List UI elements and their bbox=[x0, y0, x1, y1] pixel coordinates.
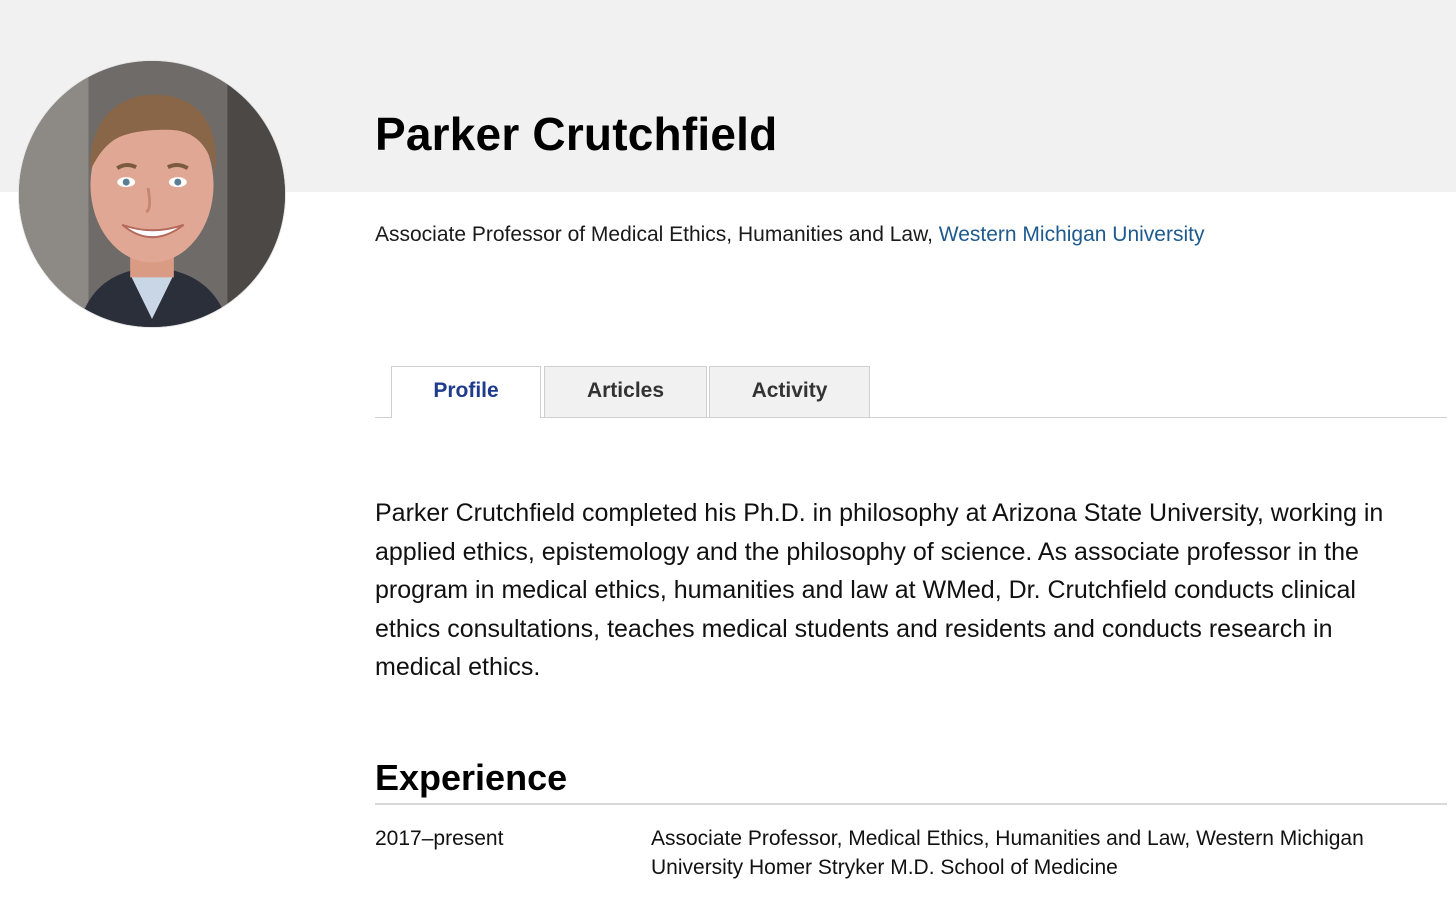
experience-dates: 2017–present bbox=[375, 827, 504, 850]
institution-link[interactable]: Western Michigan University bbox=[939, 223, 1205, 246]
profile-role: Associate Professor of Medical Ethics, H… bbox=[375, 222, 1204, 248]
tab-articles[interactable]: Articles bbox=[544, 366, 707, 417]
experience-heading: Experience bbox=[375, 757, 568, 798]
tab-profile[interactable]: Profile bbox=[391, 366, 541, 418]
profile-tabs: Profile Articles Activity bbox=[375, 366, 1447, 418]
role-title: Associate Professor of Medical Ethics, H… bbox=[375, 223, 939, 246]
avatar-portrait-image bbox=[19, 61, 285, 327]
avatar bbox=[18, 60, 286, 328]
section-divider bbox=[375, 803, 1447, 805]
profile-bio: Parker Crutchfield completed his Ph.D. i… bbox=[375, 499, 1384, 681]
experience-description: Associate Professor, Medical Ethics, Hum… bbox=[651, 827, 1364, 879]
profile-name: Parker Crutchfield bbox=[375, 108, 778, 160]
tab-activity[interactable]: Activity bbox=[709, 366, 870, 417]
